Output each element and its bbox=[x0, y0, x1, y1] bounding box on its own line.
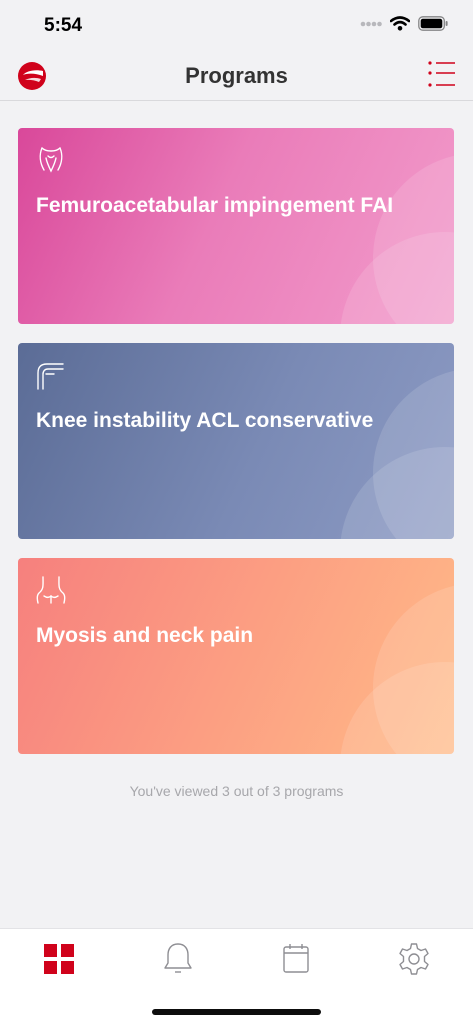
gear-icon[interactable] bbox=[396, 941, 432, 977]
decorative-circle bbox=[340, 232, 454, 324]
program-title: Knee instability ACL conservative bbox=[36, 409, 374, 432]
hip-icon bbox=[39, 147, 63, 173]
home-indicator[interactable] bbox=[152, 1009, 321, 1015]
signal-icon bbox=[360, 21, 382, 26]
program-card-acl[interactable]: Knee instability ACL conservative bbox=[18, 343, 454, 539]
knee-icon bbox=[37, 363, 64, 390]
status-time: 5:54 bbox=[44, 15, 83, 36]
program-title: Femuroacetabular impingement FAI bbox=[36, 194, 394, 217]
decorative-circle bbox=[340, 662, 454, 754]
grid-icon[interactable] bbox=[41, 941, 77, 977]
program-card-fai[interactable]: Femuroacetabular impingement FAI bbox=[18, 128, 454, 324]
status-icons bbox=[360, 16, 449, 31]
menu-list-icon[interactable] bbox=[427, 60, 457, 90]
wifi-icon bbox=[390, 16, 410, 31]
decorative-circle bbox=[340, 447, 454, 539]
calendar-icon[interactable] bbox=[278, 941, 314, 977]
program-title: Myosis and neck pain bbox=[36, 624, 254, 647]
program-card-neck[interactable]: Myosis and neck pain bbox=[18, 558, 454, 754]
neck-icon bbox=[36, 576, 66, 604]
viewed-count-text: You've viewed 3 out of 3 programs bbox=[129, 783, 344, 799]
nav-bar: Programs bbox=[0, 52, 473, 101]
bell-icon[interactable] bbox=[160, 941, 196, 977]
battery-icon bbox=[418, 16, 448, 31]
status-bar: 5:54 bbox=[0, 0, 473, 52]
page-title: Programs bbox=[185, 63, 288, 88]
